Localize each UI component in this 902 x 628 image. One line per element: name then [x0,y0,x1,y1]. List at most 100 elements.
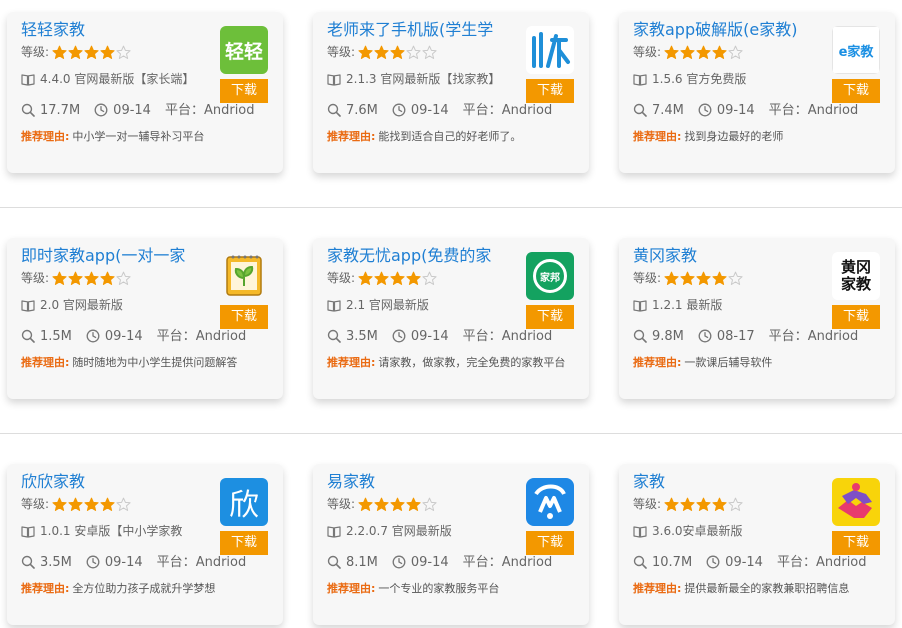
star-filled-icon [712,45,727,60]
rating-label: 等级: [327,497,356,511]
app-title-link[interactable]: 老师来了手机版(学生学 [327,18,523,42]
clock-icon [698,329,717,344]
reason-row: 推荐理由: 请家教，做家教，完全免费的家教平台 [327,355,585,371]
notebook-sprout-icon[interactable] [220,252,268,300]
reason-label: 推荐理由: [21,130,70,143]
jiabang-logo-icon[interactable]: 家邦 [526,252,574,300]
star-filled-icon [390,271,405,286]
app-title-link[interactable]: 易家教 [327,470,523,494]
rating-label: 等级: [21,271,50,285]
version-row: 3.6.0安卓最新版 [633,522,828,540]
star-filled-icon [406,271,421,286]
star-filled-icon [680,497,695,512]
meta-row: 9.8M 08-17 平台：Andriod [633,328,891,346]
file-size: 7.6M [346,103,378,118]
reason-text: 一个专业的家教服务平台 [378,582,500,595]
star-filled-icon [100,45,115,60]
star-filled-icon [100,497,115,512]
download-button[interactable]: 下载 [220,305,268,329]
rating-label: 等级: [327,271,356,285]
star-filled-icon [52,271,67,286]
star-filled-icon [52,497,67,512]
rating-stars [358,497,438,511]
book-icon [633,524,652,538]
star-filled-icon [84,271,99,286]
version-text: 1.5.6 官方免费版 [652,72,747,86]
star-filled-icon [374,497,389,512]
star-filled-icon [374,45,389,60]
star-filled-icon [664,497,679,512]
icon-text: 家邦 [540,272,560,284]
download-button[interactable]: 下载 [526,79,574,103]
platform-value: Andriod [195,329,247,344]
huanggang-logo-icon[interactable]: 黄冈家教 [832,252,880,300]
meta-row: 3.5M 09-14 平台：Andriod [21,554,279,572]
reason-text: 提供最新最全的家教兼职招聘信息 [684,582,850,595]
app-title-link[interactable]: 家教 [633,470,829,494]
star-filled-icon [52,45,67,60]
xin-logo-icon[interactable]: 欣 [220,478,268,526]
app-title-link[interactable]: 黄冈家教 [633,244,829,268]
search-icon [327,103,346,118]
star-filled-icon [84,45,99,60]
version-text: 4.4.0 官网最新版【家长端】 [40,72,195,86]
update-date: 09-14 [113,103,151,118]
book-icon [21,298,40,312]
app-card: 家教无忧app(免费的家 等级: 家邦 下载 2.1 官网最新版 3.5M 09-14 平台：… [313,238,589,399]
star-empty-icon [422,271,437,286]
star-filled-icon [680,45,695,60]
rating-stars [52,271,132,285]
app-title-link[interactable]: 轻轻家教 [21,18,217,42]
meta-row: 10.7M 09-14 平台：Andriod [633,554,891,572]
book-icon [327,298,346,312]
version-row: 1.2.1 最新版 [633,296,828,314]
reason-label: 推荐理由: [327,582,376,595]
clock-icon [86,329,105,344]
app-title-link[interactable]: 欣欣家教 [21,470,217,494]
reason-row: 推荐理由: 全方位助力孩子成就升学梦想 [21,581,279,597]
download-button[interactable]: 下载 [832,531,880,555]
reason-text: 一款课后辅导软件 [684,356,773,369]
star-filled-icon [696,45,711,60]
download-button[interactable]: 下载 [526,305,574,329]
rating-stars [664,45,744,59]
platform-label: 平台： [768,329,808,344]
reason-text: 找到身边最好的老师 [684,130,784,143]
star-filled-icon [390,45,405,60]
platform-value: Andriod [195,555,247,570]
star-filled-icon [712,271,727,286]
app-title-link[interactable]: 家教无忧app(免费的家 [327,244,523,268]
star-empty-icon [728,45,743,60]
platform-label: 平台： [768,103,808,118]
platform-value: Andriod [501,329,553,344]
book-icon [633,72,652,86]
rating-row: 等级: [327,269,438,287]
download-button[interactable]: 下载 [832,79,880,103]
clock-icon [392,329,411,344]
ejiajiao-logo-icon[interactable]: e家教 [832,26,880,74]
file-size: 3.5M [346,329,378,344]
star-empty-icon [406,45,421,60]
download-button[interactable]: 下载 [220,531,268,555]
app-card: 轻轻家教 等级: 轻轻 下载 4.4.0 官网最新版【家长端】 17.7M 09-14 平台：… [7,12,283,173]
update-date: 09-14 [410,555,449,570]
file-size: 9.8M [652,329,684,344]
reason-label: 推荐理由: [21,356,70,369]
update-date: 08-17 [716,329,755,344]
star-empty-icon [422,497,437,512]
download-button[interactable]: 下载 [220,79,268,103]
download-button[interactable]: 下载 [832,305,880,329]
app-title-link[interactable]: 家教app破解版(e家教) [633,18,829,42]
update-date: 09-14 [104,555,143,570]
laoshi-logo-icon[interactable] [526,26,574,74]
star-empty-icon [422,45,437,60]
qingqing-logo-icon[interactable]: 轻轻 [220,26,268,74]
star-filled-icon [390,497,405,512]
platform-value: Andriod [815,555,867,570]
reason-label: 推荐理由: [21,582,70,595]
platform-value: Andriod [501,555,553,570]
app-title-link[interactable]: 即时家教app(一对一家 [21,244,217,268]
download-button[interactable]: 下载 [526,531,574,555]
yijiajiao-logo-icon[interactable] [526,478,574,526]
handshake-logo-icon[interactable] [832,478,880,526]
